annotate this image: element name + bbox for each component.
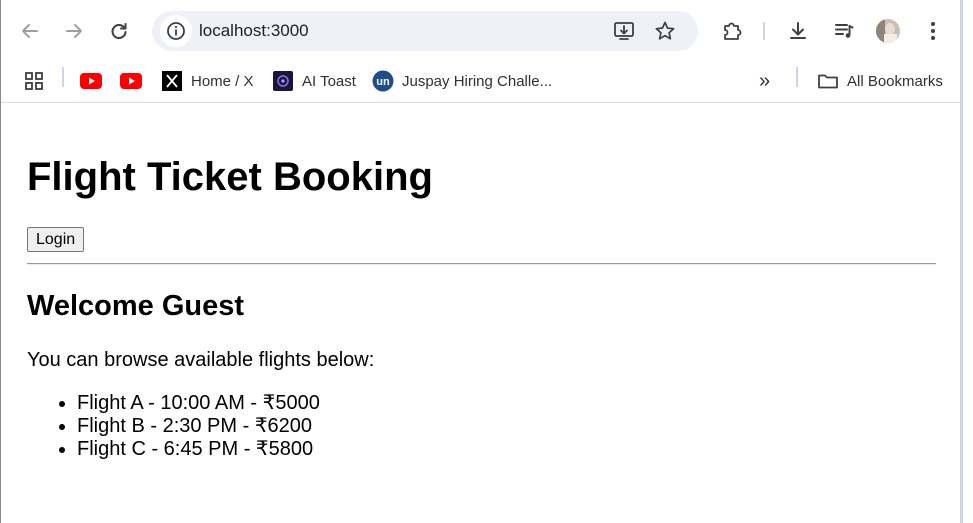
browser-toolbar: localhost:3000 [1,0,961,62]
welcome-heading: Welcome Guest [27,290,245,322]
browser-window: localhost:3000 Home / X AI Toast un Jusp… [0,0,961,523]
extensions-puzzle-icon[interactable] [716,15,748,47]
svg-text:un: un [376,76,390,88]
bookmark-label: Juspay Hiring Challe... [402,72,553,90]
bookmark-youtube-1[interactable] [80,67,110,95]
page-title: Flight Ticket Booking [27,155,433,199]
bookmark-star-icon[interactable] [653,19,677,43]
unstop-icon: un [372,70,394,92]
url-text[interactable]: localhost:3000 [199,22,309,40]
bookmark-ai-toast[interactable]: AI Toast [272,67,356,95]
reload-icon[interactable] [103,15,135,47]
bookmarks-bar: Home / X AI Toast un Juspay Hiring Chall… [1,62,961,103]
window-edge [960,0,973,523]
install-app-icon[interactable] [612,19,636,43]
bookmark-label: Home / X [191,72,254,90]
flight-item: Flight B - 2:30 PM - ₹6200 [77,415,320,438]
divider [27,263,936,265]
folder-icon [817,70,839,92]
address-bar[interactable]: localhost:3000 [152,11,698,51]
bookmarks-divider [62,67,64,87]
bookmarks-overflow-chevron[interactable]: » [759,67,770,95]
bookmark-label: AI Toast [302,72,356,90]
media-control-icon[interactable] [828,15,860,47]
youtube-icon [80,70,102,92]
flight-item: Flight C - 6:45 PM - ₹5800 [77,438,320,461]
forward-arrow-icon[interactable] [58,15,90,47]
login-button[interactable]: Login [27,227,85,252]
profile-avatar[interactable] [872,15,904,47]
all-bookmarks-label: All Bookmarks [847,72,943,90]
all-bookmarks-button[interactable]: All Bookmarks [817,67,943,95]
intro-text: You can browse available flights below: [27,349,375,371]
apps-grid-icon[interactable] [23,67,45,95]
ai-toast-icon [272,70,294,92]
downloads-icon[interactable] [782,15,814,47]
bookmark-youtube-2[interactable] [120,67,150,95]
site-info-icon[interactable] [160,15,192,47]
bookmark-home-x[interactable]: Home / X [161,67,254,95]
toolbar-divider [763,22,765,40]
bookmark-juspay[interactable]: un Juspay Hiring Challe... [372,67,552,95]
flight-item: Flight A - 10:00 AM - ₹5000 [77,392,320,415]
menu-kebab-icon[interactable] [917,15,949,47]
bookmarks-divider [796,67,798,87]
youtube-icon [120,70,142,92]
back-arrow-icon[interactable] [14,15,46,47]
flight-list: Flight A - 10:00 AM - ₹5000 Flight B - 2… [27,392,320,461]
x-logo-icon [161,70,183,92]
